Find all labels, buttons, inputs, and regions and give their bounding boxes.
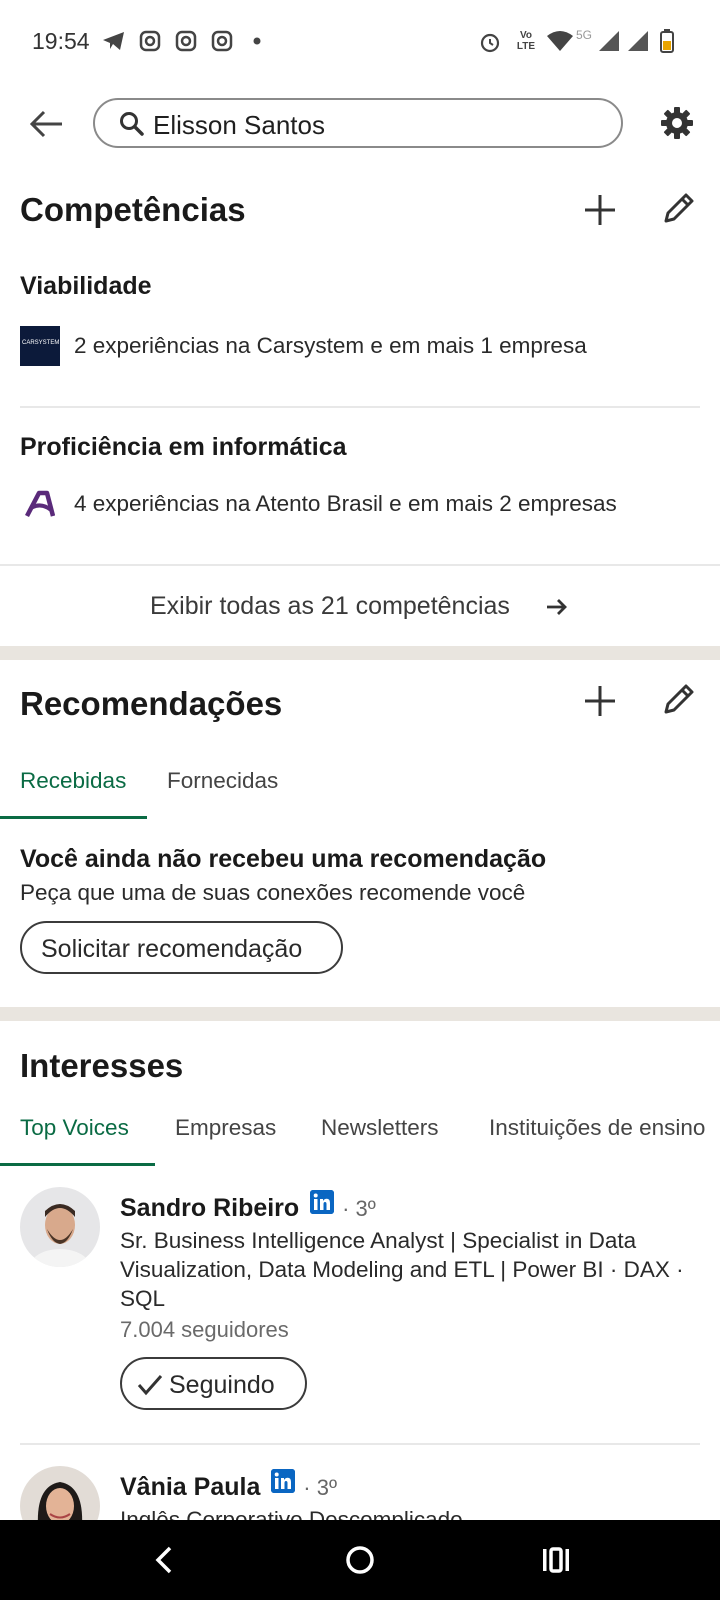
section-separator [0, 646, 720, 660]
volte-indicator: Vo LTE [516, 30, 536, 52]
wifi-icon [547, 31, 573, 51]
alarm-icon [480, 33, 500, 53]
linkedin-icon [309, 1190, 334, 1214]
network-type: 5G [576, 28, 593, 42]
empty-recommendations-title: Você ainda não recebeu uma recomendação [20, 845, 547, 873]
battery-icon [660, 29, 674, 53]
skills-section-title: Competências [20, 191, 246, 228]
active-tab-indicator [0, 1163, 155, 1166]
tab-schools-wrap[interactable]: Instituições de ensino [489, 1115, 720, 1141]
gear-icon[interactable] [660, 106, 694, 140]
divider [20, 406, 700, 408]
search-bar[interactable]: Elisson Santos [93, 98, 623, 148]
linkedin-icon [270, 1469, 295, 1493]
carsystem-logo: CARSYSTEM [20, 326, 60, 366]
active-tab-indicator [0, 816, 147, 819]
person-headline-clip: Inglês Corporativo Descomplicado [120, 1505, 700, 1520]
skill-name[interactable]: Viabilidade [20, 272, 152, 301]
skill-experience-text: 2 experiências na Carsystem e em mais 1 … [74, 333, 587, 358]
following-label: Seguindo [169, 1371, 275, 1399]
divider [20, 1443, 700, 1445]
skill-name[interactable]: Proficiência em informática [20, 433, 347, 462]
tab-received[interactable]: Recebidas [20, 768, 126, 794]
status-time: 19:54 [32, 28, 90, 54]
nav-back-icon[interactable] [150, 1544, 178, 1576]
person-header: Sandro Ribeiro · 3º [120, 1190, 376, 1223]
edit-skills-pencil-icon[interactable] [662, 191, 696, 225]
connection-degree: · 3º [303, 1475, 337, 1500]
request-recommendation-label: Solicitar recomendação [41, 935, 303, 963]
show-all-skills-link[interactable]: Exibir todas as 21 competências [0, 566, 720, 646]
person-photo-icon [30, 1204, 90, 1267]
tab-given[interactable]: Fornecidas [167, 768, 278, 794]
interests-section-title: Interesses [20, 1047, 184, 1084]
add-skill-plus-icon[interactable] [583, 193, 617, 227]
telegram-icon [103, 32, 124, 50]
connection-degree: · 3º [342, 1196, 376, 1221]
following-button[interactable]: Seguindo [120, 1357, 307, 1410]
search-query: Elisson Santos [153, 110, 325, 140]
checkmark-icon [137, 1375, 163, 1396]
nav-home-icon[interactable] [344, 1544, 376, 1576]
tab-schools[interactable]: Instituições de ensino [489, 1115, 705, 1140]
skill-experience-text: 4 experiências na Atento Brasil e em mai… [74, 491, 617, 516]
section-separator [0, 1007, 720, 1021]
atento-logo-icon [25, 490, 55, 518]
instagram-icon [211, 30, 233, 52]
person-header: Vânia Paula · 3º [120, 1469, 337, 1502]
follower-count: 7.004 seguidores [120, 1317, 289, 1342]
status-bar: 19:54 Vo LTE 5G [0, 0, 720, 82]
notification-dot-icon [253, 37, 261, 45]
nav-recents-icon[interactable] [540, 1544, 572, 1576]
add-recommendation-plus-icon[interactable] [583, 684, 617, 718]
signal-icon [628, 31, 648, 51]
person-headline: Sr. Business Intelligence Analyst | Spec… [120, 1228, 684, 1311]
arrow-right-icon [547, 599, 567, 615]
person-name[interactable]: Sandro Ribeiro [120, 1194, 299, 1222]
signal-icon [599, 31, 619, 51]
search-icon [120, 112, 144, 136]
edit-recommendations-pencil-icon[interactable] [662, 682, 696, 716]
tab-newsletters[interactable]: Newsletters [321, 1115, 439, 1141]
system-navigation-bar [0, 1520, 720, 1600]
empty-recommendations-subtitle: Peça que uma de suas conexões recomende … [20, 880, 526, 905]
tab-top-voices[interactable]: Top Voices [20, 1115, 129, 1141]
tab-companies[interactable]: Empresas [175, 1115, 276, 1141]
avatar[interactable] [20, 1187, 100, 1267]
instagram-icon [175, 30, 197, 52]
instagram-icon [139, 30, 161, 52]
person-name[interactable]: Vânia Paula [120, 1473, 260, 1501]
show-all-skills-label: Exibir todas as 21 competências [150, 592, 510, 620]
back-arrow-icon[interactable] [26, 104, 66, 144]
person-headline: Inglês Corporativo Descomplicado [120, 1507, 463, 1520]
request-recommendation-button[interactable]: Solicitar recomendação [20, 921, 343, 974]
recommendations-section-title: Recomendações [20, 685, 283, 722]
